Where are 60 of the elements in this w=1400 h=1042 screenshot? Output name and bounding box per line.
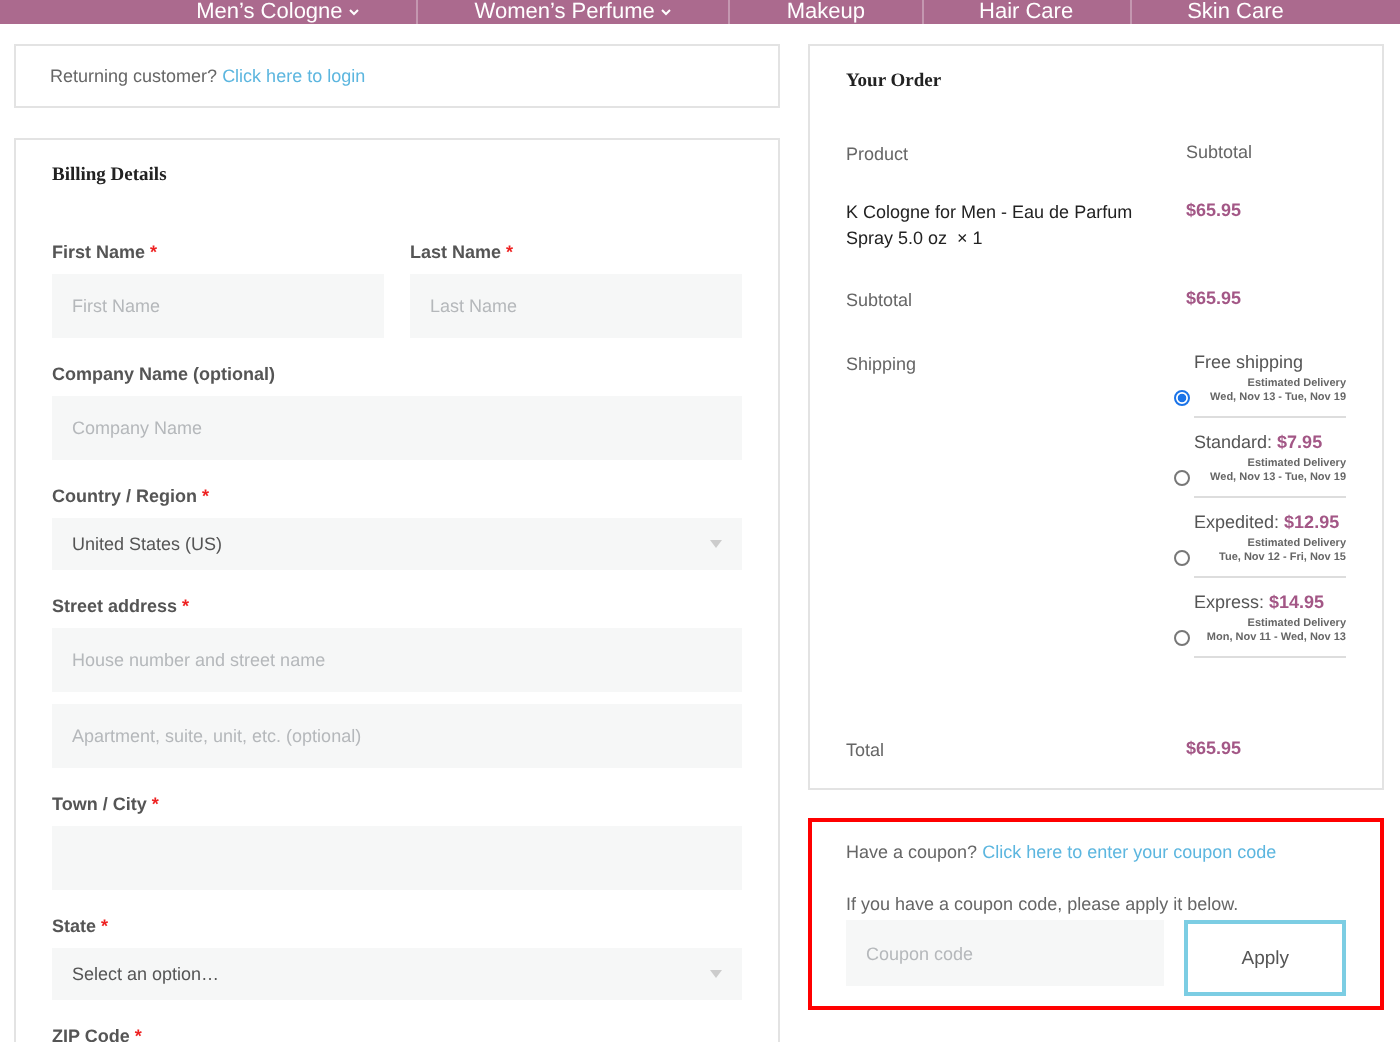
radio-button[interactable] (1174, 630, 1190, 646)
text-field[interactable]: Last Name (410, 274, 742, 338)
field-label: First Name * (52, 242, 160, 262)
subtotal-label: Subtotal (846, 288, 915, 314)
required-asterisk: * (182, 596, 190, 616)
required-asterisk: * (202, 486, 210, 506)
total-value: $65.95 (1186, 738, 1242, 762)
nav-link[interactable]: Women’s Perfume (416, 0, 729, 24)
caret-down-icon (710, 540, 722, 548)
item-price: $65.95 (1186, 200, 1242, 224)
apply-button[interactable]: Apply (1184, 920, 1346, 996)
text-field[interactable]: Apartment, suite, unit, etc. (optional) (52, 704, 742, 768)
nav-link[interactable]: Hair Care (921, 0, 1130, 24)
field-label: ZIP Code * (52, 1026, 144, 1042)
total-label: Total (846, 738, 887, 764)
radio-button[interactable] (1174, 470, 1190, 486)
product-name: K Cologne for Men - Eau de Parfum Spray 5.0 oz × 1 (846, 200, 1135, 252)
field-label: Town / City * (52, 794, 161, 814)
radio-button[interactable] (1174, 550, 1190, 566)
shipping-option-name: Free shipping (1194, 352, 1306, 372)
notice-text: Returning customer? Click here to login (50, 66, 366, 86)
shipping-price: $14.95 (1269, 592, 1325, 612)
chevron-down-icon (660, 8, 673, 16)
select-field[interactable]: Select an option… (52, 948, 742, 1000)
shipping-price: $12.95 (1284, 512, 1340, 532)
nav-link[interactable]: Men’s Cologne (140, 0, 417, 24)
field-label: State * (52, 916, 111, 936)
column-header: Product (846, 142, 911, 168)
shipping-label: Shipping (846, 352, 919, 378)
required-asterisk: * (134, 1026, 142, 1042)
coupon-hint: If you have a coupon code, please apply it below. (846, 894, 1241, 914)
nav-link[interactable]: Skin Care (1129, 0, 1340, 24)
required-asterisk: * (151, 794, 159, 814)
order-title: Your Order (846, 72, 944, 92)
text-field[interactable]: Company Name (52, 396, 742, 460)
field-label: Country / Region * (52, 486, 212, 506)
field-label: Company Name (optional) (52, 364, 278, 384)
login-link[interactable]: Click here to login (222, 66, 366, 86)
coupon-text: Have a coupon? Click here to enter your coupon code (846, 842, 1279, 862)
field-label: Last Name * (410, 242, 516, 262)
column-header: Subtotal (1186, 142, 1253, 166)
subtotal-value: $65.95 (1186, 288, 1242, 312)
shipping-option-name: Expedited: $12.95 (1194, 512, 1342, 532)
nav-link[interactable]: Makeup (728, 0, 922, 24)
shipping-option-name: Express: $14.95 (1194, 592, 1327, 612)
required-asterisk: * (506, 242, 514, 262)
shipping-option-name: Standard: $7.95 (1194, 432, 1325, 452)
chevron-down-icon (348, 8, 361, 16)
text-field[interactable]: First Name (52, 274, 384, 338)
radio-button[interactable] (1174, 390, 1190, 406)
select-field[interactable]: United States (US) (52, 518, 742, 570)
coupon-link[interactable]: Click here to enter your coupon code (982, 842, 1277, 862)
caret-down-icon (710, 970, 722, 978)
shipping-price: $7.95 (1277, 432, 1323, 452)
field-label: Street address * (52, 596, 192, 616)
coupon-field[interactable]: Coupon code (846, 920, 1165, 986)
required-asterisk: * (101, 916, 109, 936)
required-asterisk: * (150, 242, 158, 262)
text-field[interactable]: House number and street name (52, 628, 742, 692)
billing-title: Billing Details (52, 166, 169, 186)
